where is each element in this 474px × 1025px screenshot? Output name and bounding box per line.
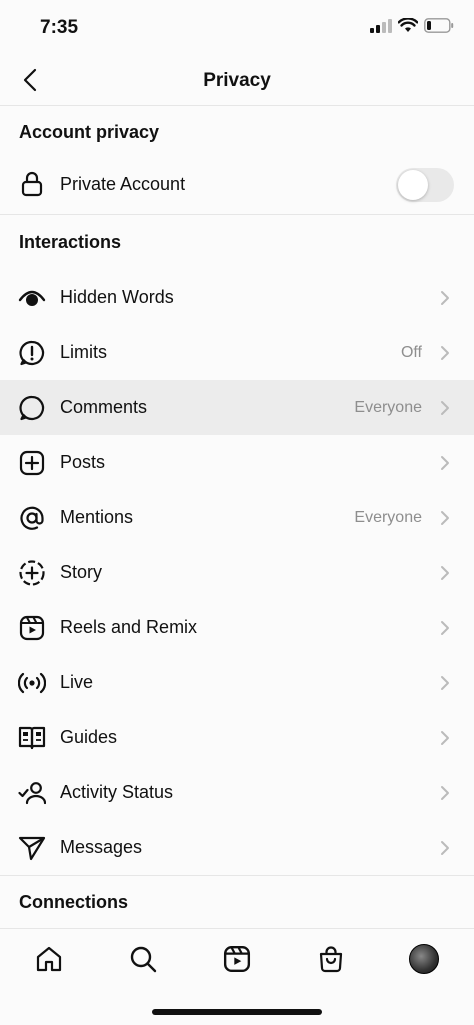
- chevron-right-icon: [440, 675, 450, 691]
- section-divider: [0, 875, 474, 876]
- chevron-right-icon: [440, 730, 450, 746]
- row-label: Posts: [60, 452, 106, 472]
- nav-header: Privacy: [0, 54, 474, 106]
- tab-home[interactable]: [27, 941, 71, 977]
- chevron-right-icon: [440, 290, 450, 306]
- row-activity-status[interactable]: Activity Status: [0, 765, 474, 820]
- row-label: Mentions: [60, 507, 134, 527]
- profile-avatar: [409, 944, 439, 974]
- status-bar: 7:35: [0, 0, 474, 54]
- lock-icon: [18, 170, 46, 198]
- row-reels-and-remix[interactable]: Reels and Remix: [0, 600, 474, 655]
- row-label: Activity Status: [60, 782, 174, 802]
- chevron-right-icon: [440, 510, 450, 526]
- row-label: Comments: [60, 397, 148, 417]
- row-label: Reels and Remix: [60, 617, 198, 637]
- reels-icon: [223, 945, 251, 973]
- chevron-right-icon: [440, 785, 450, 801]
- chevron-right-icon: [440, 455, 450, 471]
- reels-icon: [18, 614, 46, 642]
- row-value: Off: [400, 343, 422, 361]
- story-add-icon: [18, 559, 46, 587]
- row-value: Everyone: [354, 398, 422, 416]
- tab-shop[interactable]: [309, 941, 353, 977]
- page-title: Privacy: [203, 70, 271, 91]
- row-live[interactable]: Live: [0, 655, 474, 710]
- at-sign-icon: [18, 504, 46, 532]
- guide-book-icon: [18, 724, 46, 752]
- comment-bubble-icon: [18, 394, 46, 422]
- home-icon: [36, 946, 62, 972]
- user-check-icon: [18, 779, 46, 807]
- home-indicator: [152, 1009, 322, 1015]
- chevron-right-icon: [440, 840, 450, 856]
- row-label: Messages: [60, 837, 143, 857]
- row-label: Story: [60, 562, 103, 582]
- tab-search[interactable]: [121, 941, 165, 977]
- tab-reels[interactable]: [215, 941, 259, 977]
- row-mentions[interactable]: Mentions Everyone: [0, 490, 474, 545]
- section-divider: [0, 214, 474, 215]
- status-icons: [370, 18, 454, 33]
- row-story[interactable]: Story: [0, 545, 474, 600]
- row-hidden-words[interactable]: Hidden Words: [0, 270, 474, 325]
- toggle-knob: [398, 170, 428, 200]
- section-title-interactions: Interactions: [19, 232, 122, 252]
- eye-slash-icon: [18, 284, 46, 312]
- alert-circle-icon: [18, 339, 46, 367]
- row-limits[interactable]: Limits Off: [0, 325, 474, 380]
- shop-icon: [319, 946, 343, 973]
- row-posts[interactable]: Posts: [0, 435, 474, 490]
- row-guides[interactable]: Guides: [0, 710, 474, 765]
- chevron-right-icon: [440, 345, 450, 361]
- paper-plane-icon: [18, 834, 46, 862]
- row-messages[interactable]: Messages: [0, 820, 474, 875]
- private-account-toggle[interactable]: [396, 168, 454, 202]
- tab-profile[interactable]: [402, 941, 446, 977]
- cellular-signal-icon: [370, 18, 392, 33]
- row-label: Hidden Words: [60, 287, 174, 307]
- row-label: Limits: [60, 342, 108, 362]
- row-label: Guides: [60, 727, 118, 747]
- status-time: 7:35: [40, 17, 79, 38]
- row-value: Everyone: [354, 508, 422, 526]
- search-icon: [130, 946, 157, 973]
- chevron-right-icon: [440, 565, 450, 581]
- section-title-connections: Connections: [19, 892, 129, 912]
- chevron-right-icon: [440, 400, 450, 416]
- chevron-right-icon: [440, 620, 450, 636]
- plus-square-icon: [18, 449, 46, 477]
- private-account-row: Private Account: [0, 155, 474, 213]
- wifi-icon: [398, 18, 418, 32]
- live-broadcast-icon: [18, 669, 46, 697]
- battery-icon: [424, 18, 454, 33]
- row-comments[interactable]: Comments Everyone: [0, 380, 474, 435]
- row-label: Live: [60, 672, 94, 692]
- section-title-account-privacy: Account privacy: [19, 122, 160, 142]
